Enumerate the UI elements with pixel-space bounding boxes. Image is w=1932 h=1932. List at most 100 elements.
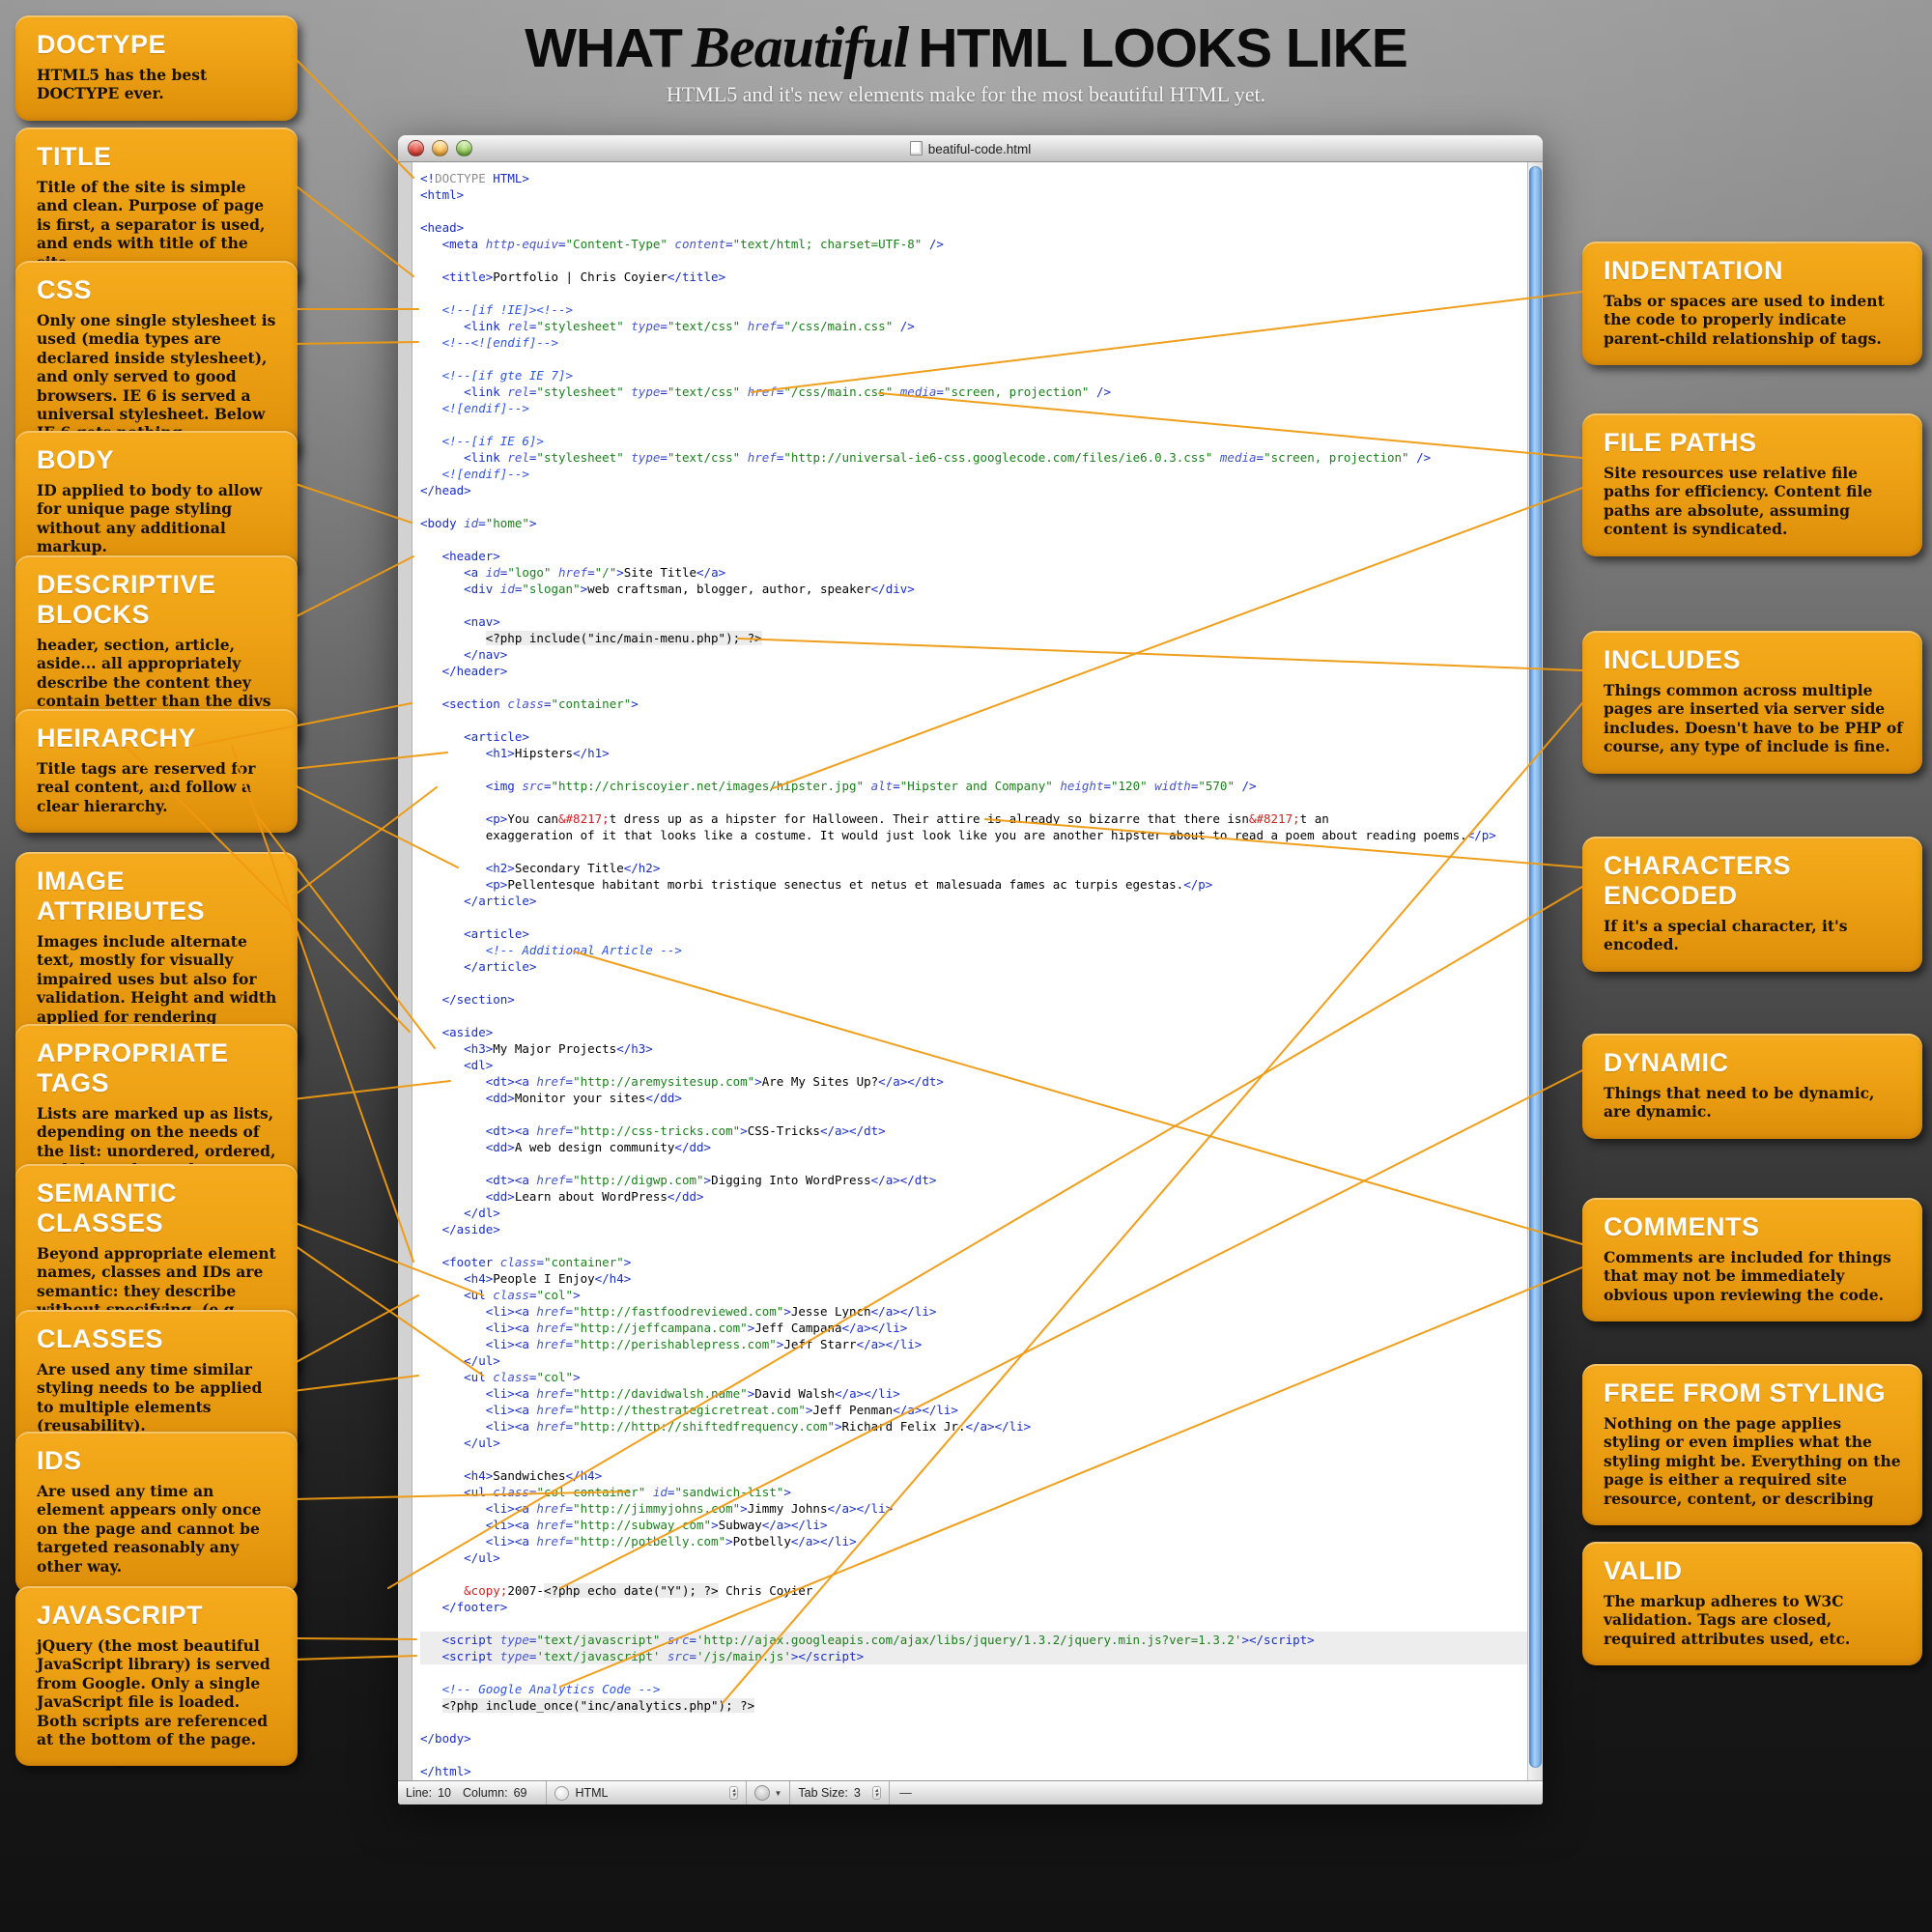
line-value: 10 [438, 1786, 451, 1800]
code-line: </head> [420, 482, 1528, 498]
code-line: <h2>Secondary Title</h2> [420, 860, 1528, 876]
callout-body-classes: Are used any time similar styling needs … [37, 1360, 278, 1435]
window-titlebar[interactable]: beatiful-code.html [398, 135, 1543, 162]
code-line [420, 285, 1528, 301]
code-line: &copy;2007-<?php echo date("Y"); ?> Chri… [420, 1582, 1528, 1599]
code-line: </body> [420, 1730, 1528, 1747]
code-line: <img src="http://chriscoyier.net/images/… [420, 778, 1528, 794]
callout-title-indentation: INDENTATION [1604, 256, 1903, 286]
callout-title-ids: IDS [37, 1446, 278, 1476]
code-line: <aside> [420, 1024, 1528, 1040]
scrollbar-thumb[interactable] [1529, 166, 1542, 1768]
zoom-button[interactable] [456, 140, 472, 156]
code-line: <div id="slogan">web craftsman, blogger,… [420, 581, 1528, 597]
line-label: Line: [406, 1786, 432, 1800]
code-line [420, 203, 1528, 219]
minimize-button[interactable] [432, 140, 448, 156]
callout-characters-encoded: CHARACTERS ENCODEDIf it's a special char… [1582, 837, 1922, 972]
code-line [420, 597, 1528, 613]
code-line: exaggeration of it that looks like a cos… [420, 827, 1528, 843]
code-line: <li><a href="http://potbelly.com">Potbel… [420, 1533, 1528, 1549]
code-line: <html> [420, 186, 1528, 203]
close-button[interactable] [408, 140, 424, 156]
scrollbar-track[interactable] [1527, 162, 1543, 1781]
code-line [420, 1664, 1528, 1681]
code-line [420, 1106, 1528, 1122]
code-line: <ul class="col container" id="sandwich-l… [420, 1484, 1528, 1500]
code-line: </dl> [420, 1205, 1528, 1221]
code-line: <link rel="stylesheet" type="text/css" h… [420, 384, 1528, 400]
code-line: </ul> [420, 1435, 1528, 1451]
callout-title-appropriate-tags: APPROPRIATE TAGS [37, 1038, 278, 1098]
code-line: <li><a href="http://http://shiftedfreque… [420, 1418, 1528, 1435]
language-value: HTML [575, 1786, 608, 1800]
code-line: <?php include("inc/main-menu.php"); ?> [420, 630, 1528, 646]
tab-size-control[interactable]: Tab Size: 3 ▴▾ [790, 1781, 890, 1804]
callout-title-heirarchy: HEIRARCHY [37, 724, 278, 753]
callout-body-indentation: Tabs or spaces are used to indent the co… [1604, 292, 1903, 348]
window-title-area: beatiful-code.html [398, 141, 1543, 156]
callout-body-ids: Are used any time an element appears onl… [37, 1482, 278, 1576]
callout-body-file-paths: Site resources use relative file paths f… [1604, 464, 1903, 539]
soft-wrap-indicator: — [890, 1786, 922, 1800]
callout-body-title: Title of the site is simple and clean. P… [37, 178, 278, 271]
callout-comments: COMMENTSComments are included for things… [1582, 1198, 1922, 1321]
language-selector[interactable]: HTML ▴▾ [547, 1781, 747, 1804]
code-line: <li><a href="http://subway.com">Subway</… [420, 1517, 1528, 1533]
code-line: <dd>A web design community</dd> [420, 1139, 1528, 1155]
callout-body-dynamic: Things that need to be dynamic, are dyna… [1604, 1084, 1903, 1122]
code-line [420, 909, 1528, 925]
callout-title-css: CSS [37, 275, 278, 305]
tab-size-value: 3 [854, 1786, 861, 1800]
poster-subtitle: HTML5 and it's new elements make for the… [0, 82, 1932, 107]
code-line: <!-- Google Analytics Code --> [420, 1681, 1528, 1697]
code-line: <dt><a href="http://aremysitesup.com">Ar… [420, 1073, 1528, 1090]
cursor-position: Line: 10 Column: 69 [398, 1781, 547, 1804]
code-line: <footer class="container"> [420, 1254, 1528, 1270]
code-line: <li><a href="http://thestrategicretreat.… [420, 1402, 1528, 1418]
code-line: <h4>People I Enjoy</h4> [420, 1270, 1528, 1287]
code-line: <!DOCTYPE HTML> [420, 170, 1528, 186]
callout-body-valid: The markup adheres to W3C validation. Ta… [1604, 1592, 1903, 1648]
code-line: <meta http-equiv="Content-Type" content=… [420, 236, 1528, 252]
code-line [420, 761, 1528, 778]
code-line [420, 1237, 1528, 1254]
poster-title: WHATBeautifulHTML LOOKS LIKE [0, 17, 1932, 78]
gear-caret-icon: ▼ [774, 1789, 781, 1798]
code-line: <li><a href="http://davidwalsh.name">Dav… [420, 1385, 1528, 1402]
code-line [420, 1008, 1528, 1024]
column-value: 69 [514, 1786, 527, 1800]
code-line [420, 1451, 1528, 1467]
language-stepper[interactable]: ▴▾ [729, 1786, 739, 1800]
connector-line [293, 556, 413, 618]
code-line: <li><a href="http://jeffcampana.com">Jef… [420, 1320, 1528, 1336]
callout-title-comments: COMMENTS [1604, 1212, 1903, 1242]
callout-title-body: BODY [37, 445, 278, 475]
code-line: </html> [420, 1763, 1528, 1779]
code-line: <![endif]--> [420, 400, 1528, 416]
code-line: <!--[if IE 6]> [420, 433, 1528, 449]
connector-line [293, 483, 412, 523]
poster-header: WHATBeautifulHTML LOOKS LIKE HTML5 and i… [0, 17, 1932, 107]
code-line: <?php include_once("inc/analytics.php");… [420, 1697, 1528, 1714]
callout-dynamic: DYNAMIC Things that need to be dynamic, a… [1582, 1034, 1922, 1139]
code-line: <dl> [420, 1057, 1528, 1073]
code-line [420, 351, 1528, 367]
callout-title-valid: VALID [1604, 1556, 1903, 1586]
code-line [420, 794, 1528, 810]
callout-body-includes: Things common across multiple pages are … [1604, 681, 1903, 756]
code-line: </article> [420, 958, 1528, 975]
callout-body-free-from-styling: Nothing on the page applies styling or e… [1604, 1414, 1903, 1508]
editor-gutter [398, 162, 412, 1781]
code-line: <a id="logo" href="/">Site Title</a> [420, 564, 1528, 581]
tab-size-stepper[interactable]: ▴▾ [872, 1786, 882, 1800]
code-line: </section> [420, 991, 1528, 1008]
poster-title-beautiful: Beautiful [692, 15, 908, 79]
gear-icon [754, 1785, 770, 1801]
code-line [420, 1566, 1528, 1582]
callout-title-dynamic: DYNAMIC [1604, 1048, 1903, 1078]
code-pane[interactable]: <!DOCTYPE HTML><html> <head> <meta http-… [412, 162, 1528, 1781]
code-line: <link rel="stylesheet" type="text/css" h… [420, 449, 1528, 466]
code-line: <section class="container"> [420, 696, 1528, 712]
gear-menu[interactable]: ▼ [747, 1781, 790, 1804]
